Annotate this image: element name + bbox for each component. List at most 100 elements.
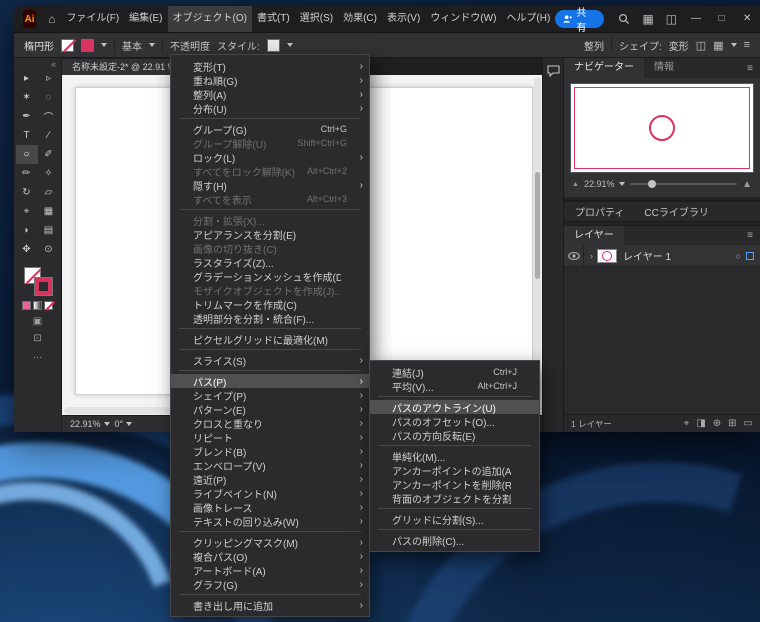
menu-item-align[interactable]: 整列(A) › [171, 87, 369, 102]
menu-item-group[interactable]: グループ(G) Ctrl+G [171, 122, 369, 137]
menu-item-shape[interactable]: シェイプ(P) › [171, 388, 369, 403]
line-tool[interactable]: ∕ [38, 126, 60, 145]
submenu-item-reverse-path[interactable]: パスの方向反転(E) [370, 428, 539, 443]
chevron-down-icon[interactable] [286, 43, 293, 47]
menu-item-flatten-transparency[interactable]: 透明部分を分割・統合(F)... [171, 311, 369, 326]
tab-layers[interactable]: レイヤー [564, 225, 624, 246]
navigator-preview[interactable] [570, 83, 754, 173]
menu-item-path[interactable]: パス(P) › [171, 374, 369, 389]
zoom-slider[interactable] [630, 180, 738, 188]
menu-item-pattern[interactable]: パターン(E) › [171, 402, 369, 417]
type-tool[interactable]: T [16, 126, 38, 145]
submenu-item-divide-below[interactable]: 背面のオブジェクトを分割(K) [370, 491, 539, 506]
gradient-button[interactable] [33, 301, 42, 310]
menu-item-crop-image[interactable]: 画像の切り抜き(C) [171, 241, 369, 256]
menu-item-collect-for-export[interactable]: 書き出し用に追加 › [171, 598, 369, 613]
menubar-effect[interactable]: 効果(C) [338, 6, 382, 32]
menu-item-distribute[interactable]: 分布(U) › [171, 101, 369, 116]
minimize-button[interactable]: — [683, 6, 709, 32]
menubar-select[interactable]: 選択(S) [295, 6, 338, 32]
panel-menu-icon[interactable]: ≡ [747, 230, 760, 241]
home-icon[interactable]: ⌂ [42, 12, 61, 26]
stroke-color-swatch[interactable] [81, 38, 94, 52]
clipping-mask-icon[interactable]: ◨ [696, 418, 705, 429]
zoom-in-icon[interactable]: ▲ [742, 179, 752, 190]
menu-item-slice[interactable]: スライス(S) › [171, 353, 369, 368]
crop-icon[interactable]: ◫ [696, 39, 706, 52]
submenu-item-clean-up[interactable]: パスの削除(C)... [370, 533, 539, 548]
color-button[interactable] [22, 301, 31, 310]
menu-item-text-wrap[interactable]: テキストの回り込み(W) › [171, 514, 369, 529]
locate-object-icon[interactable]: ⌖ [684, 418, 690, 429]
grid-icon[interactable]: ▦ [713, 39, 723, 52]
selection-tool[interactable]: ▸ [16, 69, 38, 88]
zoom-out-icon[interactable]: ▲ [572, 181, 579, 188]
menubar-window[interactable]: ウィンドウ(W) [425, 6, 501, 32]
submenu-item-add-anchor[interactable]: アンカーポイントの追加(A) [370, 463, 539, 478]
close-button[interactable]: ✕ [734, 6, 760, 32]
menu-item-repeat[interactable]: リピート › [171, 430, 369, 445]
delete-layer-icon[interactable]: ▭ [744, 418, 753, 429]
artboard-tool-icon[interactable]: ⊡ [33, 333, 41, 344]
rotation-control[interactable]: 0° [115, 419, 133, 429]
none-button[interactable] [44, 301, 53, 310]
ellipse-tool[interactable]: ○ [15, 145, 38, 164]
menu-item-graph[interactable]: グラフ(G) › [171, 577, 369, 592]
pencil-tool[interactable]: ✏ [16, 164, 38, 183]
paintbrush-tool[interactable]: ✐ [38, 145, 60, 164]
menu-item-artboards[interactable]: アートボード(A) › [171, 563, 369, 578]
draw-mode-icon[interactable]: ▣ [33, 316, 42, 327]
share-button[interactable]: 共有 [555, 8, 605, 34]
tab-navigator[interactable]: ナビゲーター [564, 58, 644, 78]
menu-item-perspective[interactable]: 遠近(P) › [171, 472, 369, 487]
submenu-item-split-grid[interactable]: グリッドに分割(S)... [370, 512, 539, 527]
layer-row[interactable]: › レイヤー 1 ○ [564, 244, 760, 267]
menu-item-rasterize[interactable]: ラスタライズ(Z)... [171, 255, 369, 270]
maximize-button[interactable]: □ [709, 6, 735, 32]
menubar-edit[interactable]: 編集(E) [124, 6, 167, 32]
selection-indicator[interactable] [746, 251, 754, 260]
free-transform-tool[interactable]: ▦ [38, 202, 60, 221]
style-swatch[interactable] [266, 38, 280, 52]
vertical-scrollbar[interactable] [534, 77, 541, 393]
menubar-type[interactable]: 書式(T) [252, 6, 295, 32]
menu-item-expand[interactable]: 分割・拡張(X)... [171, 213, 369, 228]
new-sublayer-icon[interactable]: ⊕ [713, 418, 721, 429]
width-tool[interactable]: ⌖ [16, 202, 38, 221]
target-icon[interactable]: ○ [736, 251, 741, 261]
submenu-item-remove-anchor[interactable]: アンカーポイントを削除(R) [370, 477, 539, 492]
menu-item-show-all[interactable]: すべてを表示 Alt+Ctrl+3 [171, 192, 369, 207]
direct-selection-tool[interactable]: ▹ [38, 69, 60, 88]
collapse-icon[interactable]: « [51, 58, 61, 69]
layout-icon[interactable]: ◫ [660, 12, 683, 26]
menu-item-lock[interactable]: ロック(L) › [171, 150, 369, 165]
tab-properties[interactable]: プロパティ [575, 204, 624, 219]
search-icon[interactable] [612, 13, 636, 25]
submenu-item-join[interactable]: 連結(J) Ctrl+J [370, 365, 539, 380]
curvature-tool[interactable]: ⌒ [38, 107, 60, 126]
fill-stroke-control[interactable] [23, 267, 53, 296]
transform-link[interactable]: 変形 [669, 38, 689, 53]
menubar-help[interactable]: ヘルプ(H) [501, 6, 555, 32]
layer-thumbnail[interactable] [597, 248, 617, 263]
menu-item-expand-appearance[interactable]: アピアランスを分割(E) [171, 227, 369, 242]
hand-tool[interactable]: ✥ [16, 240, 38, 259]
menu-item-intertwine[interactable]: クロスと重なり › [171, 416, 369, 431]
toolbar-overflow-icon[interactable]: … [33, 350, 43, 361]
menubar-view[interactable]: 表示(V) [382, 6, 425, 32]
menu-item-unlock-all[interactable]: すべてをロック解除(K) Alt+Ctrl+2 [171, 164, 369, 179]
menu-item-gradient-mesh[interactable]: グラデーションメッシュを作成(D)... [171, 269, 369, 284]
submenu-item-simplify[interactable]: 単純化(M)... [370, 449, 539, 464]
pen-tool[interactable]: ✒ [16, 107, 38, 126]
menu-item-envelope[interactable]: エンベロープ(V) › [171, 458, 369, 473]
workspace-icon[interactable]: ▦ [636, 12, 659, 26]
brush-definition-label[interactable]: 基本 [122, 38, 142, 53]
scrollbar-thumb[interactable] [535, 171, 540, 280]
menu-item-hide[interactable]: 隠す(H) › [171, 178, 369, 193]
new-layer-icon[interactable]: ⊞ [728, 418, 736, 429]
panel-menu-icon[interactable]: ≡ [744, 39, 750, 51]
stroke-indicator[interactable] [33, 277, 53, 296]
menu-item-trim-marks[interactable]: トリムマークを作成(C) [171, 297, 369, 312]
chevron-down-icon[interactable] [149, 43, 155, 47]
panel-menu-icon[interactable]: ≡ [747, 63, 760, 74]
